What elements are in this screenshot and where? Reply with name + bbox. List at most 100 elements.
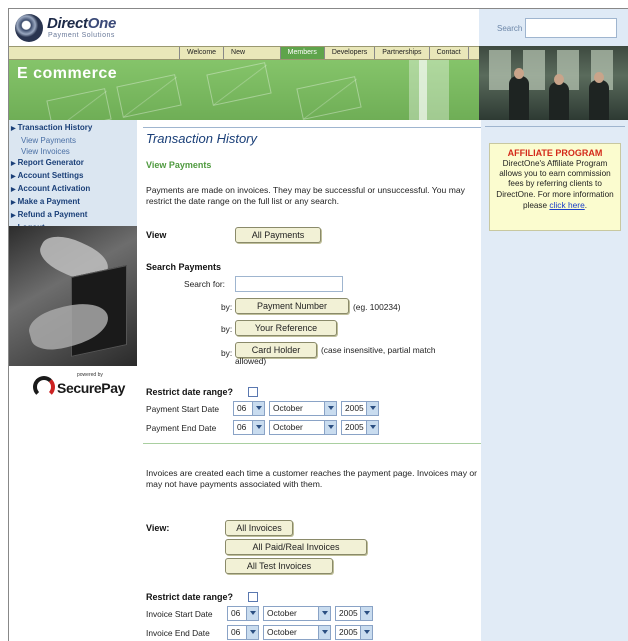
affiliate-click-here-link[interactable]: click here (549, 200, 584, 210)
card-holder-hint: (case insensitive, partial match (321, 345, 436, 355)
nav-item-new-accounts[interactable]: New Accounts (223, 47, 280, 68)
view-label: View (146, 230, 167, 240)
banner-strip (409, 60, 449, 120)
main-content: Transaction History View Payments Paymen… (143, 123, 481, 641)
arrow-right-icon: ▶ (11, 161, 16, 167)
logo-subtitle: Payment Solutions (48, 32, 115, 39)
payment-start-day-select[interactable]: 06 (233, 401, 265, 416)
photo-person-head (514, 68, 524, 79)
envelope-decoration-icon (296, 76, 362, 120)
payment-end-month-select[interactable]: October (269, 420, 337, 435)
securepay-logo[interactable]: powered by SecurePay (33, 372, 126, 404)
payment-start-year-select[interactable]: 2005 (341, 401, 379, 416)
dropdown-arrow-icon (318, 626, 330, 639)
header: DirectOne Payment Solutions Search (9, 9, 628, 46)
header-photo (479, 46, 628, 120)
your-reference-button[interactable]: Your Reference (235, 320, 337, 336)
invoice-start-year-select[interactable]: 2005 (335, 606, 373, 621)
payment-end-day-select[interactable]: 06 (233, 420, 265, 435)
dropdown-arrow-icon (246, 607, 258, 620)
banner-strip (419, 60, 427, 120)
payments-intro: Payments are made on invoices. They may … (146, 185, 465, 206)
sidebar-item-account-activation[interactable]: ▶ Account Activation (9, 183, 137, 196)
invoice-start-day-select[interactable]: 06 (227, 606, 259, 621)
page-frame: DirectOne Payment Solutions Search Welco… (8, 8, 628, 641)
search-payments-label: Search Payments (146, 262, 222, 272)
dropdown-arrow-icon (366, 402, 378, 415)
payment-end-label: Payment End Date (146, 423, 217, 433)
securepay-name: SecurePay (57, 380, 126, 396)
photo-person (509, 76, 529, 120)
invoice-end-year-select[interactable]: 2005 (335, 625, 373, 640)
directone-logo[interactable]: DirectOne Payment Solutions (15, 14, 145, 42)
dropdown-arrow-icon (360, 626, 372, 639)
sidebar-item-report-generator[interactable]: ▶ Report Generator (9, 157, 137, 170)
nav-item-members[interactable]: Members (279, 47, 324, 59)
sidebar-item-refund-payment[interactable]: ▶ Refund a Payment (9, 209, 137, 222)
photo-person (549, 82, 569, 120)
arrow-right-icon: ▶ (11, 126, 16, 132)
card-holder-hint-cont: allowed) (235, 356, 267, 366)
dropdown-arrow-icon (246, 626, 258, 639)
sidebar-item-account-settings[interactable]: ▶ Account Settings (9, 170, 137, 183)
all-payments-button[interactable]: All Payments (235, 227, 321, 243)
payment-number-button[interactable]: Payment Number (235, 298, 349, 314)
dropdown-arrow-icon (318, 607, 330, 620)
top-nav: Welcome New Accounts Members Developers … (9, 46, 479, 68)
dropdown-arrow-icon (366, 421, 378, 434)
securepay-powered-by: powered by (77, 372, 103, 378)
arrow-right-icon: ▶ (11, 187, 16, 193)
photo-person (589, 80, 609, 120)
invoice-start-month-select[interactable]: October (263, 606, 331, 621)
payment-end-year-select[interactable]: 2005 (341, 420, 379, 435)
search-area: Search (479, 9, 628, 46)
sidebar-subitem-view-payments[interactable]: View Payments (9, 135, 137, 146)
page-title: Transaction History (146, 131, 258, 146)
nav-item-partnerships[interactable]: Partnerships (374, 47, 429, 59)
section-subtitle: View Payments (146, 160, 212, 170)
affiliate-title: AFFILIATE PROGRAM (507, 148, 603, 158)
invoice-end-month-select[interactable]: October (263, 625, 331, 640)
photo-person-head (594, 72, 604, 83)
arrow-right-icon: ▶ (11, 200, 16, 206)
nav-item-welcome[interactable]: Welcome (179, 47, 224, 59)
nav-items: Welcome New Accounts Members Developers … (179, 47, 479, 68)
banner-title: E commerce (17, 65, 118, 82)
invoice-end-day-select[interactable]: 06 (227, 625, 259, 640)
dropdown-arrow-icon (252, 402, 264, 415)
right-column: AFFILIATE PROGRAM DirectOne's Affiliate … (481, 120, 628, 641)
arrow-right-icon: ▶ (11, 174, 16, 180)
invoice-end-label: Invoice End Date (146, 628, 210, 638)
sidebar-item-transaction-history[interactable]: ▶ Transaction History (9, 122, 137, 135)
arrow-right-icon: ▶ (11, 213, 16, 219)
dropdown-arrow-icon (252, 421, 264, 434)
search-input[interactable] (525, 18, 617, 38)
photo-person-head (554, 74, 564, 85)
restrict-date-checkbox-invoices[interactable] (248, 592, 258, 602)
restrict-date-checkbox[interactable] (248, 387, 258, 397)
search-label: Search (497, 24, 523, 33)
payment-start-label: Payment Start Date (146, 404, 220, 414)
sidebar-item-make-payment[interactable]: ▶ Make a Payment (9, 196, 137, 209)
envelope-decoration-icon (46, 88, 112, 120)
all-paid-invoices-button[interactable]: All Paid/Real Invoices (225, 539, 367, 555)
nav-item-developers[interactable]: Developers (323, 47, 375, 59)
logo-text: DirectOne (47, 15, 116, 32)
photo-window (489, 50, 511, 90)
sidebar-photo (9, 226, 137, 366)
restrict-date-label: Restrict date range? (146, 387, 234, 397)
search-for-label: Search for: (184, 279, 225, 289)
payment-number-hint: (eg. 100234) (353, 302, 401, 312)
side-menu: ▶ Transaction History View Payments View … (9, 120, 137, 232)
securepay-swirl-icon (33, 376, 55, 398)
nav-item-contact[interactable]: Contact (428, 47, 468, 59)
sidebar-subitem-view-invoices[interactable]: View Invoices (9, 146, 137, 157)
dropdown-arrow-icon (324, 421, 336, 434)
search-for-input[interactable] (235, 276, 343, 292)
payment-start-month-select[interactable]: October (269, 401, 337, 416)
all-invoices-button[interactable]: All Invoices (225, 520, 293, 536)
view-invoices-label: View: (146, 523, 170, 533)
logo-emblem-icon (15, 14, 43, 42)
right-rule (485, 126, 625, 127)
all-test-invoices-button[interactable]: All Test Invoices (225, 558, 333, 574)
